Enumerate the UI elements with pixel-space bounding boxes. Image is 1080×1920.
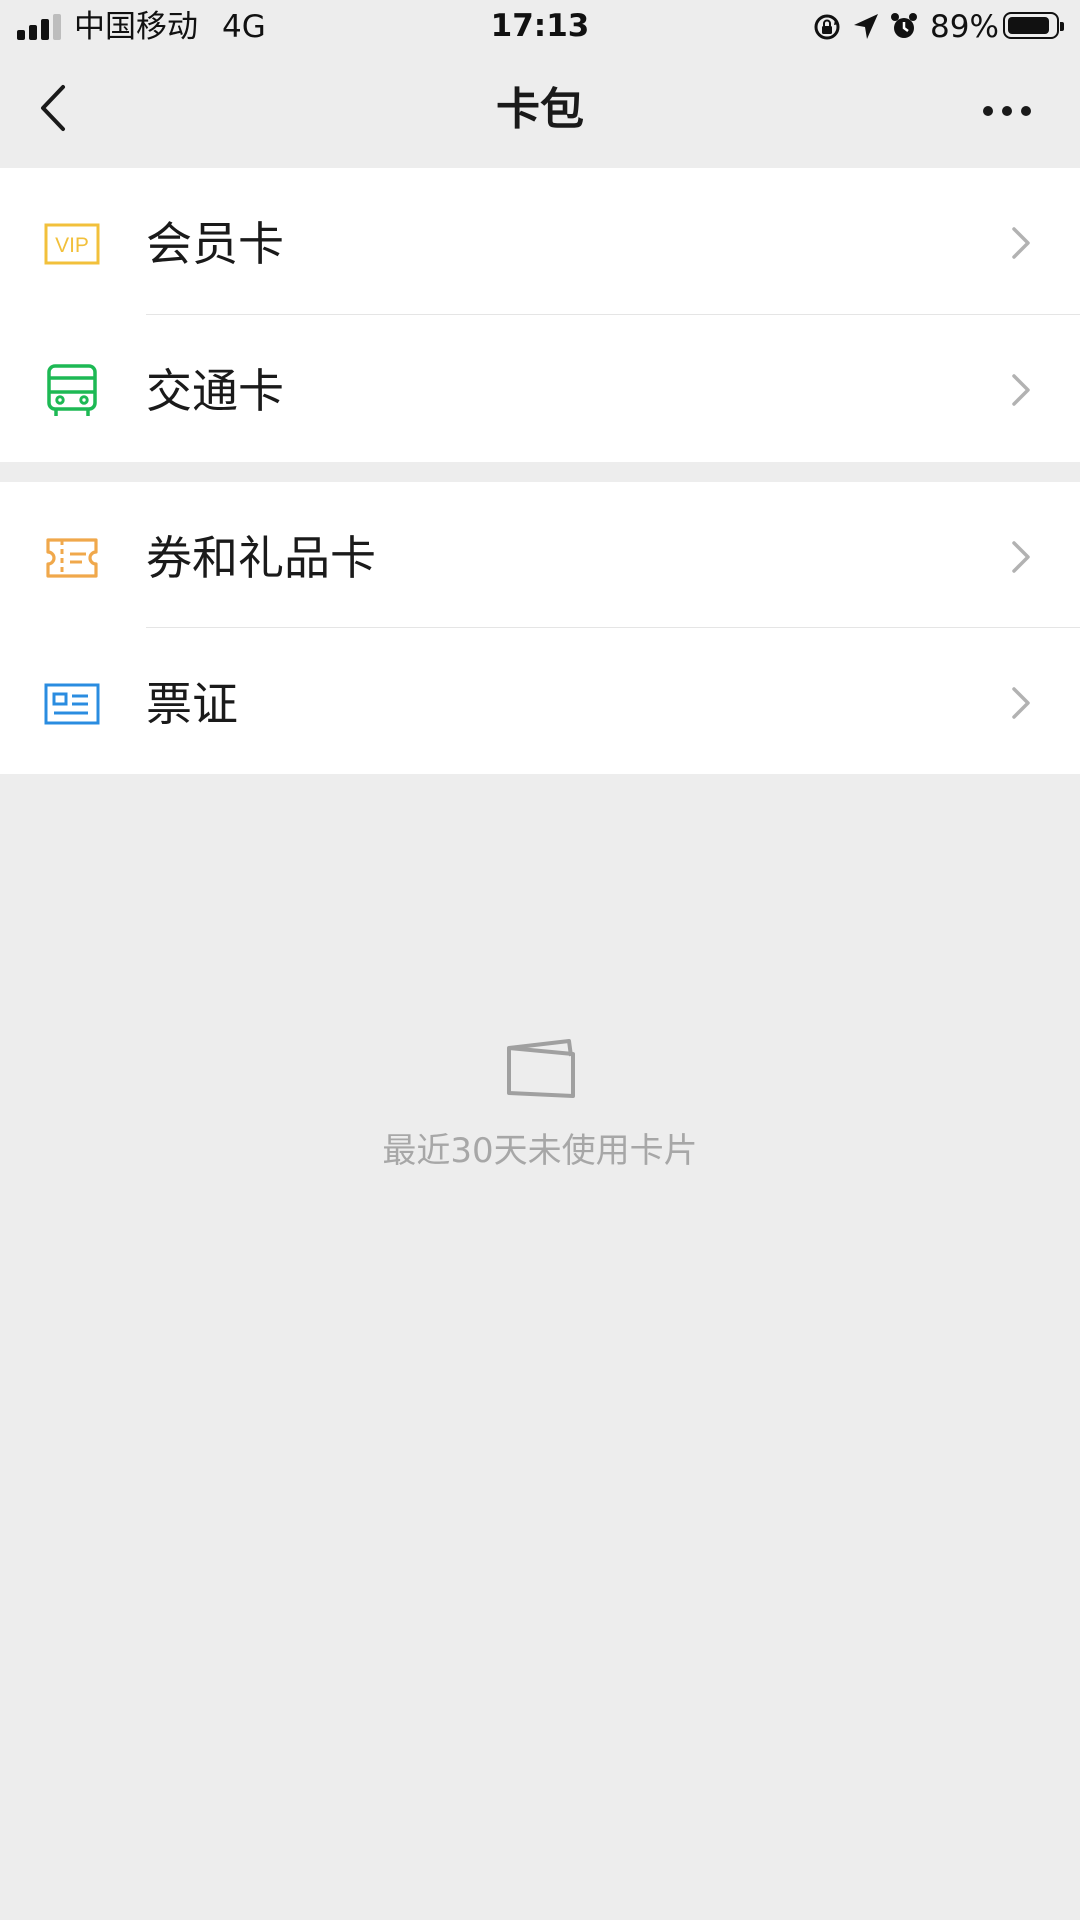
rotation-lock-icon xyxy=(814,14,840,40)
list-item-tickets-ids[interactable]: 票证 xyxy=(0,628,1080,774)
location-arrow-icon xyxy=(854,14,878,39)
list-item-label: 会员卡 xyxy=(146,217,284,271)
id-card-icon xyxy=(44,683,100,725)
navigation-bar: 卡包 xyxy=(0,54,1080,168)
chevron-right-icon xyxy=(1012,227,1030,259)
more-button[interactable] xyxy=(975,90,1045,130)
list-item-label: 券和礼品卡 xyxy=(146,531,376,585)
status-bar: 中国移动 4G 17:13 89% xyxy=(0,0,1080,54)
empty-state-text: 最近30天未使用卡片 xyxy=(382,1131,698,1171)
more-dots-icon xyxy=(983,106,993,116)
chevron-right-icon xyxy=(1012,687,1030,719)
chevron-right-icon xyxy=(1012,541,1030,573)
bus-icon xyxy=(47,364,97,416)
list-item-membership-card[interactable]: VIP 会员卡 xyxy=(0,168,1080,314)
battery-percent: 89% xyxy=(930,9,999,45)
alarm-icon xyxy=(891,13,917,38)
empty-card-icon xyxy=(507,1039,575,1098)
card-group-2: 券和礼品卡 票证 xyxy=(0,482,1080,774)
battery-icon xyxy=(1003,12,1064,39)
chevron-right-icon xyxy=(1012,374,1030,406)
svg-text:VIP: VIP xyxy=(55,234,89,257)
page-title: 卡包 xyxy=(496,84,584,135)
list-item-label: 交通卡 xyxy=(146,364,284,418)
vip-card-icon: VIP xyxy=(44,223,100,265)
card-group-1: VIP 会员卡 交通卡 xyxy=(0,168,1080,462)
list-item-label: 票证 xyxy=(146,677,238,731)
list-item-transit-card[interactable]: 交通卡 xyxy=(0,315,1080,461)
coupon-ticket-icon xyxy=(46,538,98,578)
battery-fill xyxy=(1008,17,1049,34)
list-item-coupons-gift-cards[interactable]: 券和礼品卡 xyxy=(0,482,1080,628)
